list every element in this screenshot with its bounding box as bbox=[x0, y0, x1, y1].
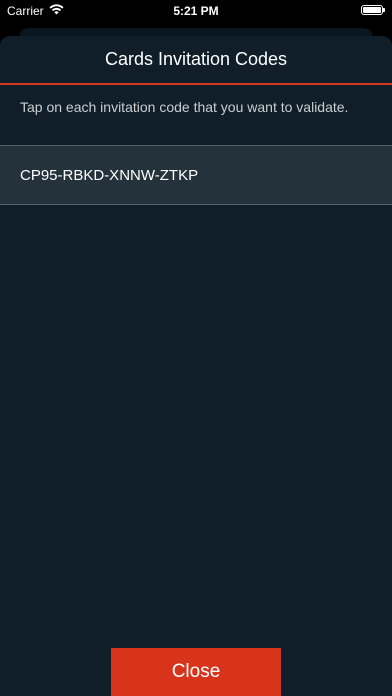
modal-header: Cards Invitation Codes bbox=[0, 36, 392, 85]
modal-title: Cards Invitation Codes bbox=[104, 49, 288, 69]
invitation-codes-modal: Cards Invitation Codes Tap on each invit… bbox=[0, 36, 392, 696]
battery-icon bbox=[361, 5, 385, 15]
status-bar: Carrier 5:21 PM bbox=[0, 0, 392, 22]
status-time: 5:21 PM bbox=[173, 4, 219, 18]
app-screen: Carrier 5:21 PM Cards Invitation Codes T… bbox=[0, 0, 392, 696]
invitation-code-label: CP95-RBKD-XNNW-ZTKP bbox=[20, 166, 199, 184]
invitation-code-row[interactable]: CP95-RBKD-XNNW-ZTKP bbox=[0, 146, 392, 205]
code-list: CP95-RBKD-XNNW-ZTKP bbox=[0, 145, 392, 205]
close-button[interactable]: Close bbox=[111, 648, 281, 696]
instructions-text: Tap on each invitation code that you wan… bbox=[20, 99, 349, 115]
